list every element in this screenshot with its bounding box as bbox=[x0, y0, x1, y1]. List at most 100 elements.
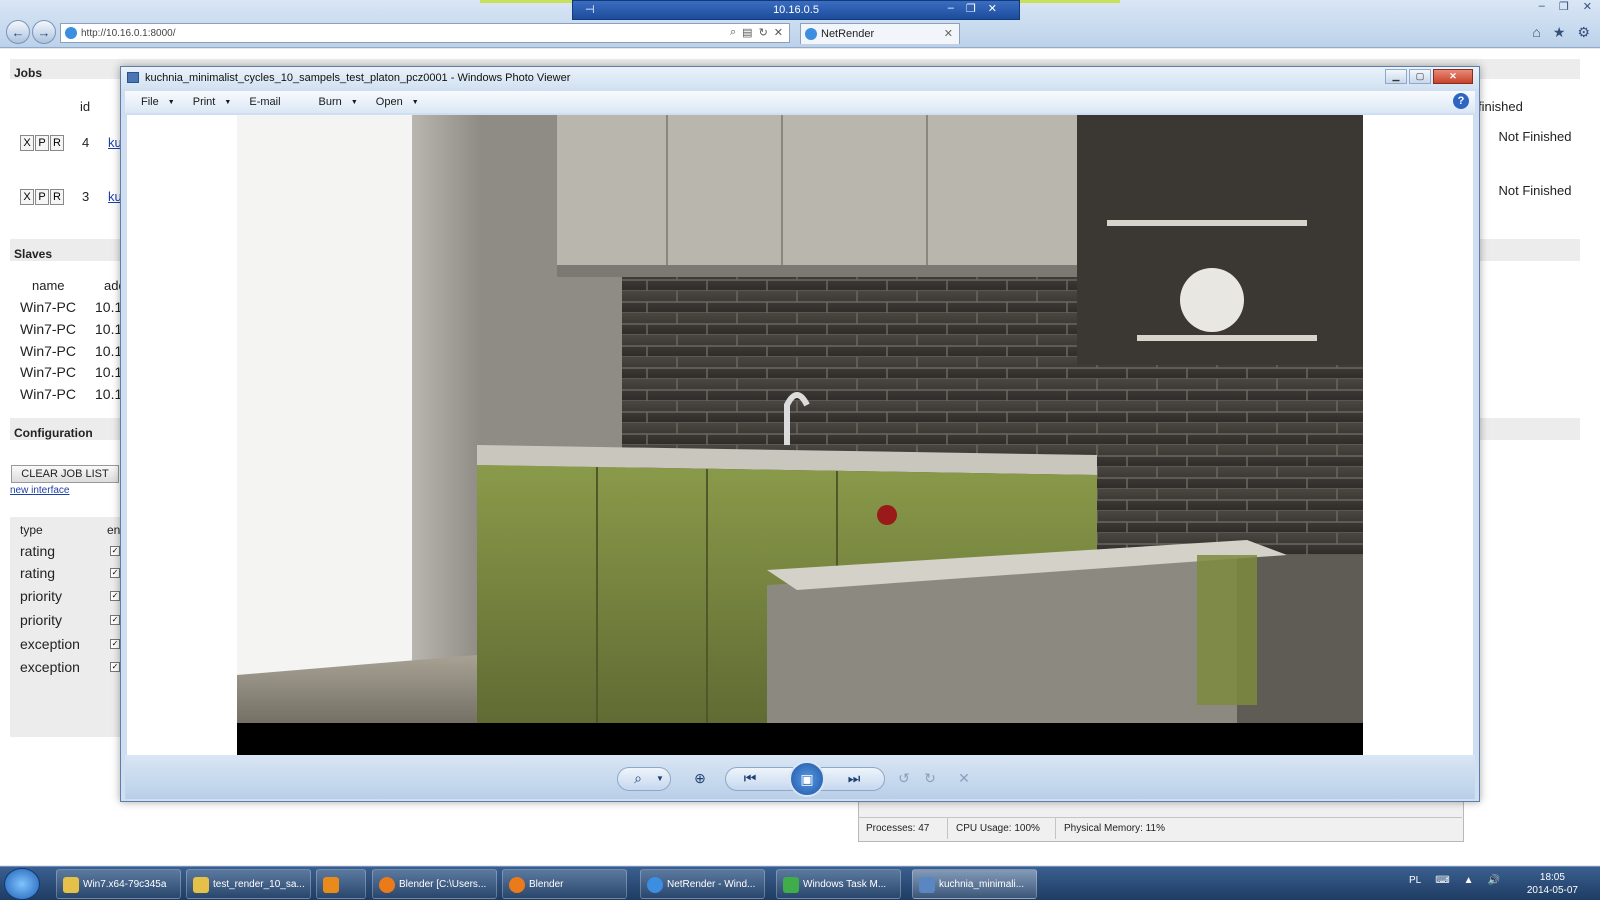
filter-enabled-checkbox[interactable]: ✓ bbox=[110, 662, 120, 672]
chevron-down-icon: ▼ bbox=[350, 99, 358, 106]
clock[interactable]: 18:05 2014-05-07 bbox=[1527, 871, 1578, 897]
maximize-icon[interactable]: ❐ bbox=[1559, 0, 1569, 13]
job-actions: X P R bbox=[20, 135, 64, 151]
cpu-usage: CPU Usage: 100% bbox=[948, 818, 1056, 839]
rdp-restore-icon[interactable]: ❐ bbox=[966, 2, 976, 15]
filter-type: rating bbox=[20, 543, 56, 559]
rdp-minimize-icon[interactable]: – bbox=[948, 2, 954, 15]
jobs-col-id: id bbox=[80, 99, 91, 114]
rotate-left-icon[interactable]: ↺ bbox=[891, 765, 917, 791]
slave-address: 10.1 bbox=[95, 299, 123, 315]
menu-open-label: Open bbox=[375, 96, 403, 108]
pause-job-button[interactable]: P bbox=[35, 189, 49, 205]
compat-icon[interactable]: ▤ bbox=[742, 26, 752, 39]
resume-job-button[interactable]: R bbox=[50, 135, 64, 151]
taskbar-item[interactable]: NetRender - Wind... bbox=[640, 869, 765, 899]
slave-address: 10.1 bbox=[95, 321, 123, 337]
folder-icon bbox=[63, 877, 79, 893]
menu-burn[interactable]: Burn ▼ bbox=[303, 96, 360, 108]
photo-viewer-icon bbox=[127, 72, 139, 83]
refresh-icon[interactable]: ↻ bbox=[759, 26, 768, 39]
photo-canvas bbox=[127, 115, 1473, 755]
taskbar-item[interactable]: Blender [C:\Users... bbox=[372, 869, 497, 899]
menu-file-label: File bbox=[141, 96, 159, 108]
slave-name: Win7-PC bbox=[20, 299, 77, 315]
pin-icon[interactable]: ⊣ bbox=[585, 3, 595, 16]
filter-enabled-checkbox[interactable]: ✓ bbox=[110, 615, 120, 625]
chevron-down-icon: ▼ bbox=[411, 99, 419, 106]
taskbar-item-label: NetRender - Wind... bbox=[667, 878, 756, 890]
new-interface-link[interactable]: new interface bbox=[10, 485, 69, 496]
menu-open[interactable]: Open ▼ bbox=[360, 96, 421, 108]
favorites-icon[interactable]: ★ bbox=[1553, 24, 1566, 41]
resume-job-button[interactable]: R bbox=[50, 189, 64, 205]
show-hidden-icon[interactable]: ▲ bbox=[1464, 875, 1474, 886]
menu-email[interactable]: E-mail bbox=[233, 96, 302, 108]
stop-icon[interactable]: ✕ bbox=[774, 26, 783, 39]
filters-col-enabled: en bbox=[107, 523, 121, 537]
minimize-icon[interactable]: ▁ bbox=[1385, 69, 1407, 84]
slave-name: Win7-PC bbox=[20, 343, 77, 359]
blender-icon bbox=[379, 877, 395, 893]
taskbar-item-label: kuchnia_minimali... bbox=[939, 878, 1025, 890]
image-letterbox bbox=[237, 723, 1363, 755]
browser-toolbar-right: ⌂ ★ ⚙ bbox=[1532, 24, 1590, 41]
close-icon[interactable]: ✕ bbox=[1583, 0, 1592, 13]
next-icon[interactable]: ⏭ bbox=[841, 765, 867, 791]
filter-enabled-checkbox[interactable]: ✓ bbox=[110, 546, 120, 556]
taskbar-item[interactable]: test_render_10_sa... bbox=[186, 869, 311, 899]
forward-button[interactable]: → bbox=[32, 20, 56, 44]
slideshow-button[interactable]: ▣ bbox=[789, 761, 825, 797]
taskbar-item[interactable]: Blender bbox=[502, 869, 627, 899]
taskbar-item[interactable]: Win7.x64-79c345a bbox=[56, 869, 181, 899]
filter-enabled-checkbox[interactable]: ✓ bbox=[110, 591, 120, 601]
taskbar-item[interactable]: Windows Task M... bbox=[776, 869, 901, 899]
filter-type: rating bbox=[20, 565, 56, 581]
delete-job-button[interactable]: X bbox=[20, 135, 34, 151]
taskbar-item[interactable]: kuchnia_minimali... bbox=[912, 869, 1037, 899]
home-icon[interactable]: ⌂ bbox=[1532, 24, 1540, 41]
menu-print[interactable]: Print ▼ bbox=[177, 96, 234, 108]
processes-count: Processes: 47 bbox=[858, 818, 948, 839]
search-icon[interactable]: ⌕ bbox=[730, 26, 736, 39]
menu-file[interactable]: File ▼ bbox=[125, 96, 177, 108]
slaves-heading: Slaves bbox=[14, 247, 53, 261]
volume-icon[interactable]: 🔊 bbox=[1488, 875, 1500, 886]
rendered-kitchen-image bbox=[237, 115, 1363, 730]
filter-enabled-checkbox[interactable]: ✓ bbox=[110, 568, 120, 578]
rotate-right-icon[interactable]: ↻ bbox=[917, 765, 943, 791]
close-icon[interactable]: ✕ bbox=[1433, 69, 1473, 84]
slave-address: 10.1 bbox=[95, 343, 123, 359]
settings-gear-icon[interactable]: ⚙ bbox=[1577, 24, 1590, 41]
minimize-icon[interactable]: – bbox=[1539, 0, 1545, 13]
filter-enabled-checkbox[interactable]: ✓ bbox=[110, 639, 120, 649]
taskbar: Win7.x64-79c345a test_render_10_sa... Bl… bbox=[0, 866, 1600, 900]
browser-tab[interactable]: NetRender ✕ bbox=[800, 23, 960, 44]
start-button[interactable] bbox=[4, 868, 40, 900]
rdp-host: 10.16.0.5 bbox=[773, 4, 819, 16]
chevron-down-icon[interactable]: ▼ bbox=[647, 765, 673, 791]
maximize-icon[interactable]: ▢ bbox=[1409, 69, 1431, 84]
taskbar-item[interactable] bbox=[316, 869, 366, 899]
tab-title: NetRender bbox=[821, 28, 875, 40]
language-indicator[interactable]: PL bbox=[1409, 875, 1421, 886]
tab-close-icon[interactable]: ✕ bbox=[944, 27, 953, 40]
folder-icon bbox=[193, 877, 209, 893]
ie-icon bbox=[647, 877, 663, 893]
help-icon[interactable]: ? bbox=[1453, 93, 1469, 109]
address-bar[interactable]: http://10.16.0.1:8000/ ⌕ ▤ ↻ ✕ bbox=[60, 23, 790, 43]
ie-page-icon bbox=[65, 27, 77, 39]
actual-size-icon[interactable]: ⊕ bbox=[687, 765, 713, 791]
slave-name: Win7-PC bbox=[20, 321, 77, 337]
previous-icon[interactable]: ⏮ bbox=[737, 765, 763, 791]
filter-type: priority bbox=[20, 612, 63, 628]
delete-icon[interactable]: ✕ bbox=[951, 765, 977, 791]
rdp-close-icon[interactable]: ✕ bbox=[988, 2, 997, 15]
back-button[interactable]: ← bbox=[6, 20, 30, 44]
slave-address: 10.1 bbox=[95, 364, 123, 380]
pause-job-button[interactable]: P bbox=[35, 135, 49, 151]
keyboard-icon[interactable]: ⌨ bbox=[1435, 875, 1449, 886]
clear-job-list-button[interactable]: CLEAR JOB LIST bbox=[11, 465, 119, 483]
photo-viewer-titlebar[interactable]: kuchnia_minimalist_cycles_10_sampels_tes… bbox=[121, 67, 1479, 89]
delete-job-button[interactable]: X bbox=[20, 189, 34, 205]
